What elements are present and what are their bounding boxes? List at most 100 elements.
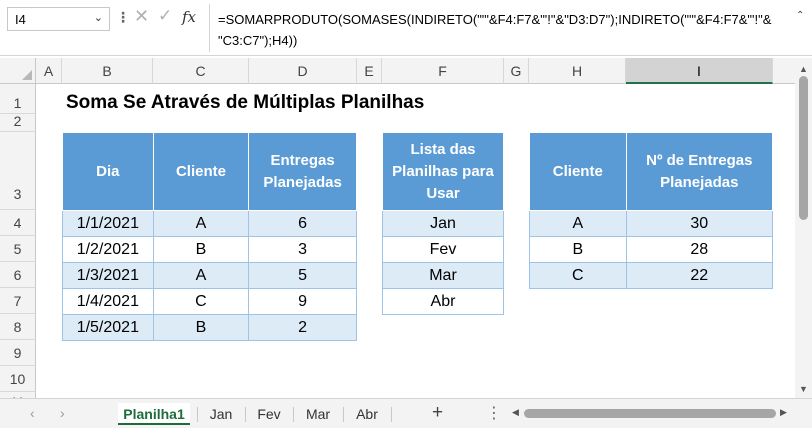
enter-icon[interactable]: ✓ <box>158 6 172 26</box>
formula-input[interactable]: =SOMARPRODUTO(SOMASES(INDIRETO("'"&F4:F7… <box>218 9 798 51</box>
row-header-7[interactable]: 7 <box>0 288 36 314</box>
row-header-3[interactable]: 3 <box>0 132 36 210</box>
table-row: 1/1/2021 A 6 <box>62 210 357 237</box>
vertical-scroll-thumb[interactable] <box>799 76 808 220</box>
column-header-a[interactable]: A <box>36 58 62 84</box>
sheet-list-table: Lista das Planilhas para Usar Jan Fev Ma… <box>382 132 504 315</box>
insert-function-icon[interactable]: fx <box>182 8 196 26</box>
tab-mar[interactable]: Mar <box>300 403 336 425</box>
table-row: B 28 <box>529 236 774 263</box>
cell-cliente[interactable]: B <box>529 236 627 263</box>
cell-sheet-name[interactable]: Fev <box>382 236 504 263</box>
cancel-icon[interactable]: ✕ <box>134 6 149 27</box>
table-row: Fev <box>382 236 504 263</box>
header-lista-planilhas[interactable]: Lista das Planilhas para Usar <box>382 132 504 211</box>
row-header-10[interactable]: 10 <box>0 366 36 392</box>
worksheet-grid[interactable]: A B C D E F G H I 1 2 3 4 5 6 7 8 9 10 1… <box>0 58 795 398</box>
row-header-5[interactable]: 5 <box>0 236 36 262</box>
name-box[interactable]: I4 ⌄ <box>7 7 110 31</box>
cell-entregas[interactable]: 5 <box>248 262 357 289</box>
cell-total-entregas[interactable]: 22 <box>625 262 774 289</box>
cell-sheet-name[interactable]: Abr <box>382 288 504 315</box>
column-header-g[interactable]: G <box>504 58 529 84</box>
header-dia[interactable]: Dia <box>62 132 154 211</box>
column-header-d[interactable]: D <box>249 58 357 84</box>
scroll-down-icon[interactable]: ▼ <box>799 384 808 394</box>
cell-cliente[interactable]: B <box>152 314 250 341</box>
tab-fev[interactable]: Fev <box>252 403 286 425</box>
cell-dia[interactable]: 1/5/2021 <box>62 314 154 341</box>
tab-jan[interactable]: Jan <box>204 403 238 425</box>
column-header-f[interactable]: F <box>382 58 504 84</box>
tab-divider <box>391 407 392 422</box>
cell-sheet-name[interactable]: Mar <box>382 262 504 289</box>
vertical-scrollbar[interactable]: ▲ ▼ <box>795 58 812 398</box>
column-header-e[interactable]: E <box>357 58 382 84</box>
formula-bar-divider <box>209 4 210 52</box>
select-all-button[interactable] <box>0 58 36 84</box>
deliveries-table: Dia Cliente Entregas Planejadas 1/1/2021… <box>62 132 357 341</box>
scroll-up-icon[interactable]: ▲ <box>799 64 808 74</box>
table-row: 1/5/2021 B 2 <box>62 314 357 341</box>
header-cliente[interactable]: Cliente <box>152 132 250 211</box>
table-row: Jan <box>382 210 504 237</box>
cell-cliente[interactable]: A <box>529 210 627 237</box>
row-header-9[interactable]: 9 <box>0 340 36 366</box>
table-row: Abr <box>382 288 504 315</box>
cell-dia[interactable]: 1/2/2021 <box>62 236 154 263</box>
tab-abr[interactable]: Abr <box>350 403 384 425</box>
row-header-1[interactable]: 1 <box>0 84 36 114</box>
column-header-blank[interactable] <box>773 58 795 84</box>
chevron-down-icon[interactable]: ⌄ <box>94 11 103 24</box>
row-header-2[interactable]: 2 <box>0 114 36 132</box>
row-header-4[interactable]: 4 <box>0 210 36 236</box>
more-options-icon[interactable]: ⋮ <box>486 403 502 423</box>
table-row: 1/3/2021 A 5 <box>62 262 357 289</box>
cell-entregas[interactable]: 9 <box>248 288 357 315</box>
cell-dia[interactable]: 1/3/2021 <box>62 262 154 289</box>
header-entregas-planejadas[interactable]: Entregas Planejadas <box>248 132 357 211</box>
header-n-entregas-planejadas[interactable]: Nº de Entregas Planejadas <box>625 132 774 211</box>
cell-total-entregas[interactable]: 30 <box>625 210 774 237</box>
prev-sheet-icon[interactable]: ‹ <box>30 405 35 421</box>
name-box-value: I4 <box>15 12 26 27</box>
table-row: 1/4/2021 C 9 <box>62 288 357 315</box>
header-cliente[interactable]: Cliente <box>529 132 627 211</box>
tab-planilha1[interactable]: Planilha1 <box>118 403 190 425</box>
cell-total-entregas[interactable]: 28 <box>625 236 774 263</box>
next-sheet-icon[interactable]: › <box>60 405 65 421</box>
tab-divider <box>343 407 344 422</box>
row-header-8[interactable]: 8 <box>0 314 36 340</box>
tab-divider <box>245 407 246 422</box>
column-header-b[interactable]: B <box>62 58 153 84</box>
scroll-right-icon[interactable]: ▶ <box>780 407 787 418</box>
select-all-icon <box>22 70 32 80</box>
cell-cliente[interactable]: A <box>152 210 250 237</box>
cell-dia[interactable]: 1/1/2021 <box>62 210 154 237</box>
more-options-icon[interactable]: ⋮ <box>116 9 130 26</box>
collapse-formula-bar-icon[interactable]: ⌃ <box>796 10 804 21</box>
cell-cliente[interactable]: A <box>152 262 250 289</box>
formula-bar: I4 ⌄ ⋮ ✕ ✓ fx =SOMARPRODUTO(SOMASES(INDI… <box>0 0 812 56</box>
sheet-title[interactable]: Soma Se Através de Múltiplas Planilhas <box>66 92 424 114</box>
cell-dia[interactable]: 1/4/2021 <box>62 288 154 315</box>
column-header-h[interactable]: H <box>529 58 626 84</box>
cell-cliente[interactable]: B <box>152 236 250 263</box>
column-header-i[interactable]: I <box>626 58 773 84</box>
column-header-c[interactable]: C <box>153 58 249 84</box>
row-header-6[interactable]: 6 <box>0 262 36 288</box>
scroll-left-icon[interactable]: ◀ <box>512 407 519 418</box>
table-row: Mar <box>382 262 504 289</box>
cell-cliente[interactable]: C <box>152 288 250 315</box>
cell-sheet-name[interactable]: Jan <box>382 210 504 237</box>
table-row: C 22 <box>529 262 774 289</box>
sheet-tab-bar: ‹ › Planilha1 Jan Fev Mar Abr + ⋮ ◀ ▶ <box>0 398 812 428</box>
cell-entregas[interactable]: 2 <box>248 314 357 341</box>
horizontal-scroll-thumb[interactable] <box>524 409 776 418</box>
table-row: A 30 <box>529 210 774 237</box>
add-sheet-button[interactable]: + <box>432 402 443 424</box>
cell-entregas[interactable]: 3 <box>248 236 357 263</box>
cell-cliente[interactable]: C <box>529 262 627 289</box>
cell-entregas[interactable]: 6 <box>248 210 357 237</box>
table-row: 1/2/2021 B 3 <box>62 236 357 263</box>
